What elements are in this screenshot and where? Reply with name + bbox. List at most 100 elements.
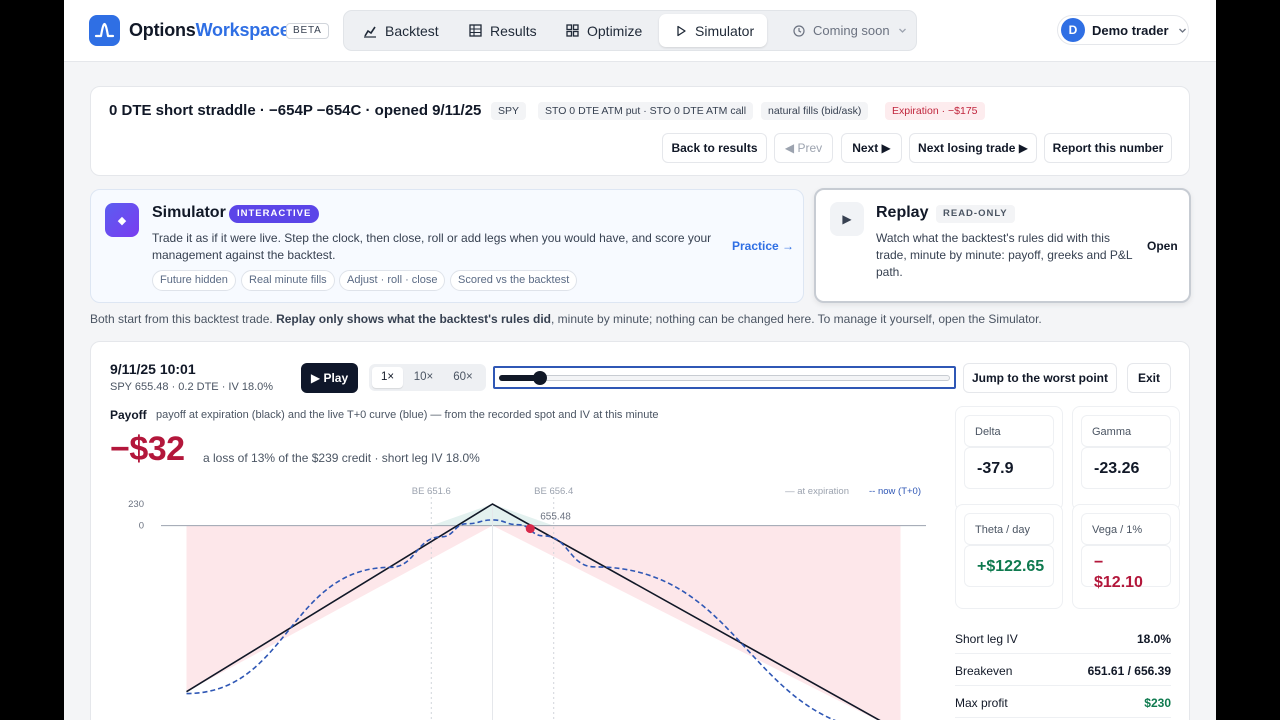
stat-max-profit: Max profit $230: [955, 688, 1171, 718]
tab-simulator[interactable]: Simulator: [659, 14, 767, 47]
table-icon: [469, 24, 482, 37]
avatar: D: [1061, 18, 1085, 42]
payoff-label: Payoff: [110, 408, 147, 422]
payoff-desc: payoff at expiration (black) and the liv…: [156, 409, 659, 421]
speed-60x-button[interactable]: 60×: [444, 367, 482, 388]
greek-gamma: Gamma -23.26: [1072, 406, 1180, 511]
replay-desc: Watch what the backtest's rules did with…: [876, 231, 1133, 279]
stat-max-profit-value: $230: [1144, 696, 1171, 710]
pill-real-minute-fills: Real minute fills: [241, 270, 335, 291]
report-number-button[interactable]: Report this number: [1044, 133, 1172, 163]
pill-future-hidden: Future hidden: [152, 270, 236, 291]
simulator-mode-card[interactable]: ◆ Simulator INTERACTIVE Trade it as if i…: [90, 189, 804, 303]
replay-mode-card[interactable]: ▶ Replay READ-ONLY Watch what the backte…: [814, 188, 1191, 303]
replay-title: Replay: [876, 204, 929, 221]
diamond-icon: ◆: [105, 203, 139, 237]
app-brand[interactable]: OptionsWorkspace: [129, 20, 290, 41]
legend-expiration: — at expiration: [785, 486, 849, 497]
stat-short-leg-iv-value: 18.0%: [1136, 632, 1171, 646]
tab-results[interactable]: Results: [453, 14, 547, 47]
jump-worst-point-button[interactable]: Jump to the worst point: [963, 363, 1117, 393]
play-outline-icon: [677, 25, 686, 36]
interactive-badge: INTERACTIVE: [229, 205, 320, 223]
read-only-badge: READ-ONLY: [936, 205, 1015, 223]
chevron-down-icon: [1178, 28, 1186, 33]
y-tick-label: 0: [139, 521, 144, 532]
speed-selector: 1× 10× 60×: [369, 364, 486, 391]
tab-backtest-label: Backtest: [385, 22, 439, 39]
grid-icon: [566, 24, 579, 37]
chip-fills: natural fills (bid/ask): [761, 102, 869, 120]
chip-legs: STO 0 DTE ATM put · STO 0 DTE ATM call: [538, 102, 754, 120]
clock-icon: [793, 24, 805, 37]
speed-1x-button[interactable]: 1×: [372, 367, 403, 388]
current-pnl: −$32: [110, 430, 185, 468]
greek-gamma-value: -23.26: [1081, 447, 1171, 489]
spot-marker: [525, 524, 535, 534]
speed-10x-button[interactable]: 10×: [406, 367, 441, 388]
pill-adjust-roll-close: Adjust · roll · close: [339, 270, 446, 291]
greek-delta-value: -37.9: [964, 447, 1054, 489]
tab-optimize[interactable]: Optimize: [550, 14, 653, 47]
legend-t0: -- now (T+0): [869, 486, 921, 497]
breakeven-label: BE 651.6: [412, 486, 451, 497]
back-to-results-button[interactable]: Back to results: [662, 133, 767, 163]
payoff-chart[interactable]: 655.48BE 651.6BE 656.42300-2.2k654— at e…: [121, 482, 931, 720]
replay-panel: 9/11/25 10:01 SPY 655.48 · 0.2 DTE · IV …: [90, 341, 1190, 720]
spot-label: 655.48: [540, 512, 571, 523]
greek-delta: Delta -37.9: [955, 406, 1063, 511]
play-icon: ▶: [830, 202, 864, 236]
mode-note: Both start from this backtest trade. Rep…: [90, 312, 1042, 326]
breakeven-label: BE 656.4: [534, 486, 573, 497]
chevron-down-icon: [898, 28, 906, 33]
open-replay-link[interactable]: Open: [1147, 239, 1178, 253]
app-page: OptionsWorkspace BETA Backtest Results O…: [64, 0, 1216, 720]
exit-button[interactable]: Exit: [1127, 363, 1171, 393]
chart-line-icon: [364, 26, 376, 38]
greek-vega: Vega / 1% − $12.10: [1072, 504, 1180, 609]
tab-coming-soon[interactable]: Coming soon: [777, 14, 907, 47]
stat-max-profit-label: Max profit: [955, 696, 1008, 710]
greek-vega-label: Vega / 1%: [1081, 513, 1171, 545]
trade-title: 0 DTE short straddle · −654P −654C · ope…: [109, 102, 482, 119]
top-bar: OptionsWorkspace BETA Backtest Results O…: [64, 0, 1216, 62]
greek-theta-label: Theta / day: [964, 513, 1054, 545]
app-logo-icon[interactable]: [89, 15, 120, 46]
scrubber-handle[interactable]: [532, 371, 547, 385]
stat-breakeven-value: 651.61 / 656.39: [1087, 664, 1171, 678]
simulator-desc: Trade it as if it were live. Step the cl…: [152, 231, 712, 262]
next-trade-button[interactable]: Next ▶: [841, 133, 902, 163]
trade-header-card: 0 DTE short straddle · −654P −654C · ope…: [90, 86, 1190, 176]
pnl-desc: a loss of 13% of the $239 credit · short…: [203, 451, 480, 465]
prev-trade-button[interactable]: ◀ Prev: [774, 133, 833, 163]
stat-short-leg-iv-label: Short leg IV: [955, 632, 1018, 646]
greek-vega-value: − $12.10: [1081, 545, 1171, 591]
user-menu[interactable]: D Demo trader: [1057, 15, 1189, 45]
tab-simulator-label: Simulator: [695, 22, 755, 39]
stat-breakeven-label: Breakeven: [955, 664, 1013, 678]
simulator-title: Simulator: [152, 204, 226, 221]
greek-theta: Theta / day +$122.65: [955, 504, 1063, 609]
tab-results-label: Results: [490, 22, 537, 39]
chip-symbol: SPY: [491, 102, 527, 120]
tab-coming-soon-label: Coming soon: [813, 23, 890, 38]
stat-short-leg-iv: Short leg IV 18.0%: [955, 624, 1171, 654]
next-losing-trade-button[interactable]: Next losing trade ▶: [909, 133, 1037, 163]
pill-scored-vs-backtest: Scored vs the backtest: [450, 270, 578, 291]
beta-badge: BETA: [286, 23, 329, 39]
practice-link[interactable]: Practice →: [732, 239, 794, 253]
tab-optimize-label: Optimize: [587, 22, 643, 39]
timeline-scrubber[interactable]: [493, 366, 956, 389]
replay-timestamp: 9/11/25 10:01: [110, 361, 196, 377]
loss-area: [186, 525, 901, 720]
greek-theta-value: +$122.65: [964, 545, 1054, 587]
tab-backtest[interactable]: Backtest: [347, 14, 450, 47]
user-name: Demo trader: [1092, 22, 1169, 38]
play-button[interactable]: ▶ Play: [301, 363, 358, 393]
replay-market-context: SPY 655.48 · 0.2 DTE · IV 18.0%: [110, 381, 274, 393]
stat-breakeven: Breakeven 651.61 / 656.39: [955, 656, 1171, 686]
main-nav: Backtest Results Optimize Simulator Comi…: [343, 10, 917, 51]
scrubber-track: [499, 375, 950, 381]
greek-gamma-label: Gamma: [1081, 415, 1171, 447]
greek-delta-label: Delta: [964, 415, 1054, 447]
